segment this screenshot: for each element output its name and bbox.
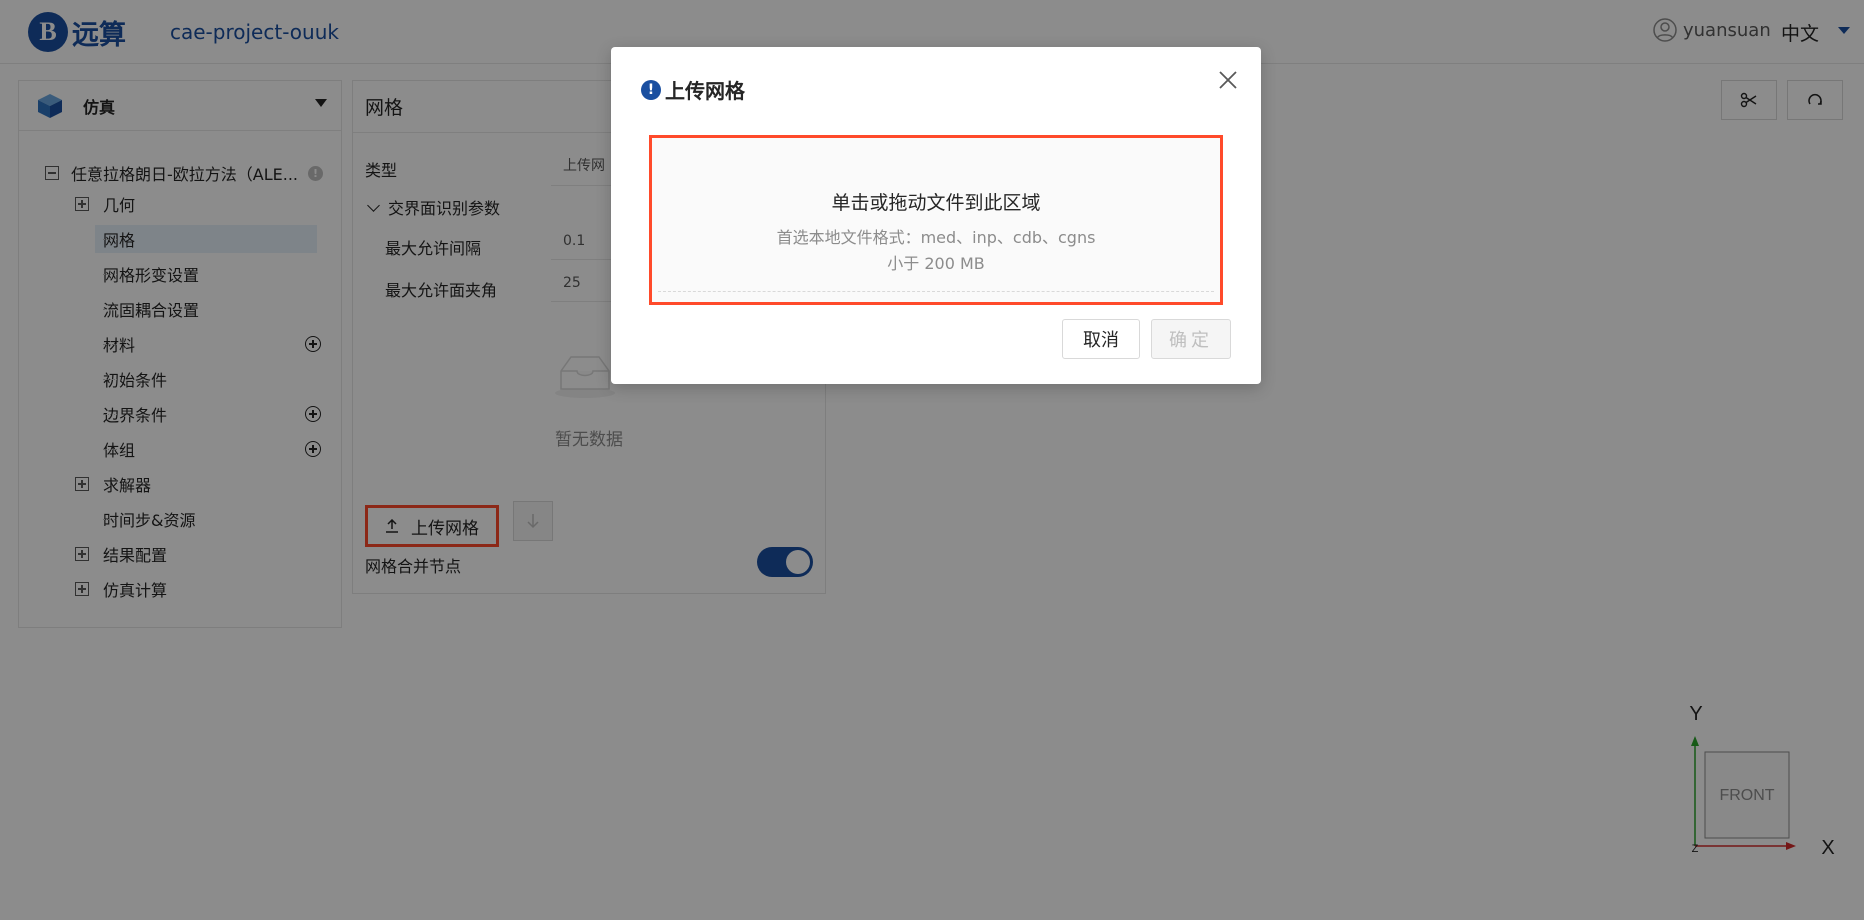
cancel-button[interactable]: 取消 xyxy=(1062,319,1140,359)
dropzone-format-hint: 首选本地文件格式：med、inp、cdb、cgns xyxy=(776,228,1096,247)
dropzone-main-text: 单击或拖动文件到此区域 xyxy=(831,192,1041,214)
upload-mesh-dialog: ! 上传网格 单击或拖动文件到此区域 首选本地文件格式：med、inp、cdb、… xyxy=(611,47,1261,384)
dialog-title: ! 上传网格 xyxy=(641,75,745,104)
dropzone-inner: 单击或拖动文件到此区域 首选本地文件格式：med、inp、cdb、cgns 小于… xyxy=(658,142,1214,292)
ok-button[interactable]: 确定 xyxy=(1151,319,1231,359)
close-icon[interactable] xyxy=(1217,69,1239,91)
dropzone-size-hint: 小于 200 MB xyxy=(887,254,985,273)
file-dropzone[interactable]: 单击或拖动文件到此区域 首选本地文件格式：med、inp、cdb、cgns 小于… xyxy=(649,135,1223,305)
info-icon: ! xyxy=(641,79,661,100)
dialog-title-text: 上传网格 xyxy=(665,79,745,103)
